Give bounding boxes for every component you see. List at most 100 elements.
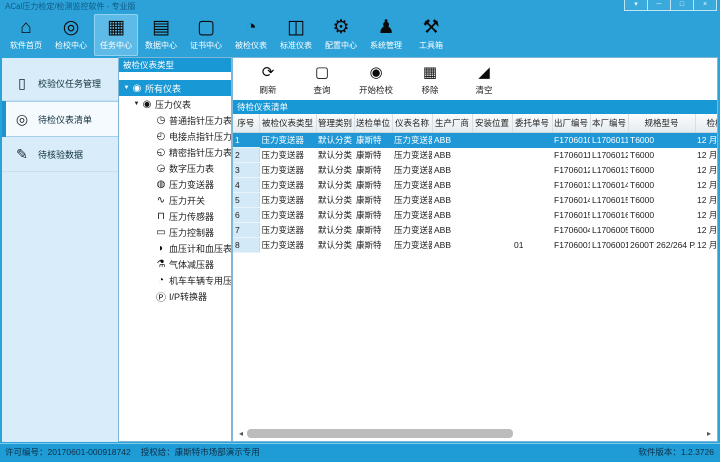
column-header-6[interactable]: 安装位置: [472, 114, 512, 133]
table-cell: ABB: [432, 223, 472, 238]
nav-item-label: 数据中心: [145, 40, 177, 51]
nav-item-data-center[interactable]: ▤数据中心: [139, 14, 183, 56]
tree-item-pressure-controller[interactable]: ▭压力控制器: [119, 224, 231, 240]
table-cell: L1706013: [590, 163, 628, 178]
table-cell: T6000: [628, 178, 695, 193]
table-row[interactable]: 5压力变送器默认分类康斯特压力变送器ABBF1706014L1706015T60…: [233, 193, 718, 208]
table-row[interactable]: 4压力变送器默认分类康斯特压力变送器ABBF1706013L1706014T60…: [233, 178, 718, 193]
action-button-label: 刷新: [259, 84, 276, 96]
table-cell: F1706011: [552, 148, 590, 163]
system-management-icon: ♟: [377, 15, 394, 40]
table-row[interactable]: 2压力变送器默认分类康斯特压力变送器ABBF1706011L1706012T60…: [233, 148, 718, 163]
table-cell: F1706015: [552, 208, 590, 223]
tree-item-label: 所有仪表: [145, 82, 181, 95]
table-row[interactable]: 1压力变送器默认分类康斯特压力变送器ABBF1706010L1706011T60…: [233, 133, 718, 148]
table-cell: ABB: [432, 208, 472, 223]
table-row[interactable]: 8压力变送器默认分类康斯特压力变送器ABB01F1706001L17060012…: [233, 238, 718, 253]
table-cell: 康斯特: [354, 178, 392, 193]
table-cell: [512, 178, 552, 193]
pressure-transmitter-icon: ◍: [155, 179, 167, 190]
calibration-center-icon: ◎: [63, 15, 80, 40]
tree-item-ip-converter[interactable]: ⓅI/P转换器: [119, 288, 231, 304]
tree-item-label: 气体减压器: [169, 258, 214, 271]
nav-item-system-management[interactable]: ♟系统管理: [364, 14, 408, 56]
tree-item-label: I/P转换器: [169, 290, 207, 303]
tree-item-label: 压力控制器: [169, 226, 214, 239]
tree-item-pressure-instruments[interactable]: ▼◉压力仪表: [119, 96, 231, 112]
table-cell: L1706016: [590, 208, 628, 223]
column-header-4[interactable]: 仪表名称: [392, 114, 432, 133]
ordinary-pointer-gauge-icon: ◷: [155, 115, 167, 126]
row-number-cell: 2: [233, 148, 259, 163]
tree-item-precision-pointer-gauge[interactable]: ◵精密指针压力表: [119, 144, 231, 160]
tree-item-sphygmomanometer[interactable]: ◗血压计和血压表: [119, 240, 231, 256]
table-cell: T6000: [628, 193, 695, 208]
tree-item-ordinary-pointer-gauge[interactable]: ◷普通指针压力表: [119, 112, 231, 128]
tree-item-all-instruments[interactable]: ▼◉所有仪表: [119, 80, 231, 96]
table-row[interactable]: 6压力变送器默认分类康斯特压力变送器ABBF1706015L1706016T60…: [233, 208, 718, 223]
nav-item-config-center[interactable]: ⚙配置中心: [319, 14, 363, 56]
table-row[interactable]: 3压力变送器默认分类康斯特压力变送器ABBF1706012L1706013T60…: [233, 163, 718, 178]
remove-button[interactable]: ▦移除: [405, 60, 455, 98]
nav-item-standard-instruments[interactable]: ◫标准仪表: [274, 14, 318, 56]
tree-item-digital-pressure-gauge[interactable]: ◶数字压力表: [119, 160, 231, 176]
all-instruments-icon: ◉: [131, 83, 143, 94]
clear-button[interactable]: ◢清空: [459, 60, 509, 98]
column-header-1[interactable]: 被检仪表类型: [259, 114, 316, 133]
scrollbar-track[interactable]: [246, 429, 704, 438]
table-cell: F1706004: [552, 223, 590, 238]
sidebar-item-pending-instrument-list[interactable]: ◎待检仪表清单: [2, 101, 118, 137]
tree-item-pressure-sensor[interactable]: ⊓压力传感器: [119, 208, 231, 224]
ip-converter-icon: Ⓟ: [155, 289, 167, 304]
query-button[interactable]: ▢查询: [297, 60, 347, 98]
tree-item-pressure-transmitter[interactable]: ◍压力变送器: [119, 176, 231, 192]
horizontal-scrollbar[interactable]: ◂ ▸: [236, 428, 714, 439]
instrument-type-tree-panel: 被检仪表类型 ▼◉所有仪表▼◉压力仪表◷普通指针压力表◴电接点指针压力表◵精密指…: [118, 57, 232, 442]
nav-item-task-center[interactable]: ▦任务中心: [94, 14, 138, 56]
column-header-8[interactable]: 出厂编号: [552, 114, 590, 133]
status-bar: 许可编号：20170601-000918742授权给：康斯特市场部演示专用 软件…: [0, 443, 720, 462]
scroll-left-arrow-icon[interactable]: ◂: [236, 428, 246, 439]
pressure-switch-icon: ∿: [155, 195, 167, 206]
start-check-button[interactable]: ◉开始检校: [351, 60, 401, 98]
expand-arrow-icon: ▼: [132, 101, 141, 107]
refresh-button[interactable]: ⟳刷新: [243, 60, 293, 98]
table-cell: [472, 208, 512, 223]
nav-item-toolbox[interactable]: ⚒工具箱: [409, 14, 453, 56]
tree-item-electric-contact-pointer-gauge[interactable]: ◴电接点指针压力表: [119, 128, 231, 144]
table-header-row: 序号被检仪表类型管理类别送检单位仪表名称生产厂商安装位置委托单号出厂编号本厂编号…: [233, 114, 718, 133]
table-cell: F1706010: [552, 133, 590, 148]
table-cell: L1706015: [590, 193, 628, 208]
nav-item-calibration-center[interactable]: ◎检校中心: [49, 14, 93, 56]
tree-item-pressure-switch[interactable]: ∿压力开关: [119, 192, 231, 208]
column-header-11[interactable]: 检校: [695, 114, 718, 133]
table-cell: [472, 238, 512, 253]
pin-button[interactable]: ▾: [625, 0, 647, 10]
tree-item-gas-pressure-reducer[interactable]: ⚗气体减压器: [119, 256, 231, 272]
column-header-7[interactable]: 委托单号: [512, 114, 552, 133]
column-header-3[interactable]: 送检单位: [354, 114, 392, 133]
table-row[interactable]: 7压力变送器默认分类康斯特压力变送器ABBF1706004L1706005T60…: [233, 223, 718, 238]
minimize-button[interactable]: ─: [647, 0, 670, 10]
nav-item-label: 软件首页: [10, 40, 42, 51]
scrollbar-thumb[interactable]: [247, 429, 513, 438]
column-header-0[interactable]: 序号: [233, 114, 259, 133]
nav-item-checked-instruments[interactable]: ◔被检仪表: [229, 14, 273, 56]
column-header-10[interactable]: 规格型号: [628, 114, 695, 133]
maximize-button[interactable]: □: [670, 0, 693, 10]
close-button[interactable]: ×: [693, 0, 716, 10]
scroll-right-arrow-icon[interactable]: ▸: [704, 428, 714, 439]
table-cell: 压力变送器: [259, 238, 316, 253]
table-cell: 12 月: [695, 163, 718, 178]
nav-item-certificate-center[interactable]: ▢证书中心: [184, 14, 228, 56]
sidebar-item-pending-verify-data[interactable]: ✎待核验数据: [2, 137, 118, 172]
column-header-5[interactable]: 生产厂商: [432, 114, 472, 133]
tree-item-locomotive-pressure-gauge[interactable]: ◔机车车辆专用压力表: [119, 272, 231, 288]
sidebar-item-calibrator-task-management[interactable]: ▯校验仪任务管理: [2, 66, 118, 101]
table-cell: T6000: [628, 163, 695, 178]
nav-item-home[interactable]: ⌂软件首页: [4, 14, 48, 56]
nav-item-label: 系统管理: [370, 40, 402, 51]
column-header-2[interactable]: 管理类别: [316, 114, 354, 133]
column-header-9[interactable]: 本厂编号: [590, 114, 628, 133]
table-cell: 压力变送器: [392, 148, 432, 163]
